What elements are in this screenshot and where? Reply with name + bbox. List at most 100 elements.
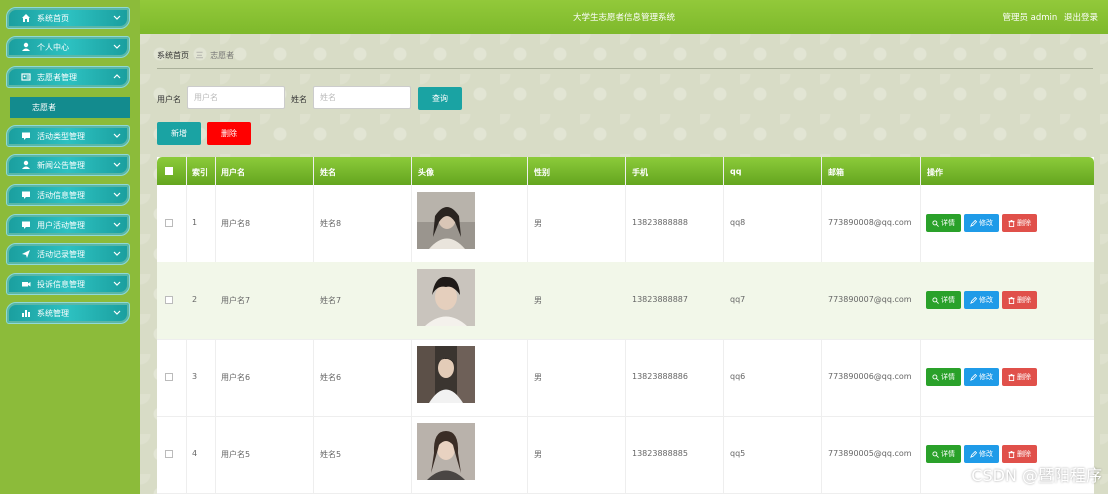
detail-label: 详情	[941, 373, 955, 381]
detail-button[interactable]: 详情	[926, 291, 961, 309]
row-qq: qq7	[730, 295, 746, 304]
edit-icon	[970, 296, 977, 304]
edit-icon	[970, 450, 977, 458]
query-button[interactable]: 查询	[418, 87, 462, 110]
edit-button[interactable]: 修改	[964, 368, 999, 386]
chevron-down-icon	[113, 281, 121, 286]
detail-label: 详情	[941, 296, 955, 304]
column-header: 索引	[192, 168, 208, 177]
comment-icon	[21, 131, 31, 141]
user-label: 管理员 admin	[1002, 13, 1058, 23]
row-checkbox[interactable]	[165, 373, 173, 381]
sidebar-item-volunteer[interactable]: 志愿者管理	[6, 66, 130, 88]
row-username: 用户名6	[221, 373, 251, 382]
row-name: 姓名6	[320, 373, 342, 382]
sidebar-item-profile[interactable]: 个人中心	[6, 36, 130, 58]
row-checkbox[interactable]	[165, 450, 173, 458]
user-icon	[21, 42, 31, 52]
sidebar-item-label: 新闻公告管理	[37, 160, 85, 170]
search-icon	[932, 450, 939, 458]
logout-link[interactable]: 退出登录	[1064, 13, 1098, 23]
row-gender: 男	[534, 373, 542, 382]
sidebar-sub-item-volunteer[interactable]: 志愿者	[10, 97, 130, 118]
comment-icon	[21, 220, 31, 230]
chevron-down-icon	[113, 15, 121, 20]
edit-button[interactable]: 修改	[964, 291, 999, 309]
row-qq: qq5	[730, 449, 746, 458]
row-checkbox[interactable]	[165, 219, 173, 227]
row-name: 姓名5	[320, 450, 342, 459]
row-email: 773890007@qq.com	[828, 295, 912, 304]
row-gender: 男	[534, 296, 542, 305]
breadcrumb-current: 志愿者	[210, 51, 235, 60]
avatar	[417, 269, 475, 326]
edit-button[interactable]: 修改	[964, 214, 999, 232]
edit-button[interactable]: 修改	[964, 445, 999, 463]
search-icon	[932, 219, 939, 227]
row-phone: 13823888886	[632, 372, 688, 381]
row-index: 4	[192, 449, 198, 458]
sidebar-item-user-activity[interactable]: 用户活动管理	[6, 214, 130, 236]
edit-label: 修改	[979, 450, 993, 458]
delete-label: 删除	[1017, 450, 1031, 458]
detail-button[interactable]: 详情	[926, 445, 961, 463]
column-header: 头像	[418, 168, 434, 177]
top-bar: 大学生志愿者信息管理系统 管理员 admin 退出登录	[140, 0, 1108, 34]
row-email: 773890008@qq.com	[828, 218, 912, 227]
row-gender: 男	[534, 219, 542, 228]
search-icon	[932, 373, 939, 381]
sidebar-item-activity-record[interactable]: 活动记录管理	[6, 243, 130, 265]
sidebar: 系统首页 个人中心 志愿者管理 志愿者 活动类型管理 新闻公告管理 活动信息管理…	[0, 0, 140, 494]
detail-button[interactable]: 详情	[926, 214, 961, 232]
username-label: 用户名	[157, 95, 181, 104]
chevron-down-icon	[113, 192, 121, 197]
sidebar-item-news[interactable]: 新闻公告管理	[6, 154, 130, 176]
select-all-checkbox[interactable]	[165, 167, 173, 175]
row-email: 773890006@qq.com	[828, 372, 912, 381]
sidebar-item-complaint[interactable]: 投诉信息管理	[6, 273, 130, 295]
row-phone: 13823888887	[632, 295, 688, 304]
row-index: 2	[192, 295, 198, 304]
avatar	[417, 423, 475, 480]
name-search-input[interactable]	[313, 86, 411, 109]
sidebar-item-home[interactable]: 系统首页	[6, 7, 130, 29]
detail-label: 详情	[941, 450, 955, 458]
chevron-down-icon	[113, 222, 121, 227]
sidebar-item-label: 活动类型管理	[37, 131, 85, 141]
search-icon	[932, 296, 939, 304]
column-header: 邮箱	[828, 168, 844, 177]
breadcrumb-home[interactable]: 系统首页	[157, 51, 189, 60]
add-button[interactable]: 新增	[157, 122, 201, 145]
row-name: 姓名8	[320, 219, 342, 228]
column-header: 用户名	[221, 168, 245, 177]
username-search-input[interactable]	[187, 86, 285, 109]
video-icon	[21, 279, 31, 289]
chevron-down-icon	[113, 44, 121, 49]
row-delete-button[interactable]: 删除	[1002, 445, 1037, 463]
chevron-up-icon	[113, 74, 121, 79]
sidebar-item-label: 系统首页	[37, 13, 69, 23]
column-header: 操作	[927, 168, 943, 177]
sidebar-item-activity-type[interactable]: 活动类型管理	[6, 125, 130, 147]
chevron-down-icon	[113, 162, 121, 167]
sidebar-item-activity-info[interactable]: 活动信息管理	[6, 184, 130, 206]
volunteer-table: 索引 用户名 姓名 头像 性别 手机 qq 邮箱 操作 1 用户名8 姓名8 男…	[157, 157, 1094, 494]
delete-button[interactable]: 删除	[207, 122, 251, 145]
watermark: CSDN @暨阳程序	[971, 466, 1102, 485]
bar-chart-icon	[21, 308, 31, 318]
detail-button[interactable]: 详情	[926, 368, 961, 386]
chevron-down-icon	[113, 251, 121, 256]
breadcrumb-separator: 三	[195, 51, 204, 60]
breadcrumb: 系统首页 三 志愿者	[157, 50, 234, 61]
row-checkbox[interactable]	[165, 296, 173, 304]
row-phone: 13823888885	[632, 449, 688, 458]
delete-label: 删除	[1017, 296, 1031, 304]
table-row: 4 用户名5 姓名5 男 13823888885 qq5 773890005@q…	[157, 416, 1094, 494]
sidebar-item-system[interactable]: 系统管理	[6, 302, 130, 324]
row-delete-button[interactable]: 删除	[1002, 368, 1037, 386]
row-delete-button[interactable]: 删除	[1002, 214, 1037, 232]
divider	[157, 68, 1093, 69]
user-icon	[21, 160, 31, 170]
row-delete-button[interactable]: 删除	[1002, 291, 1037, 309]
detail-label: 详情	[941, 219, 955, 227]
